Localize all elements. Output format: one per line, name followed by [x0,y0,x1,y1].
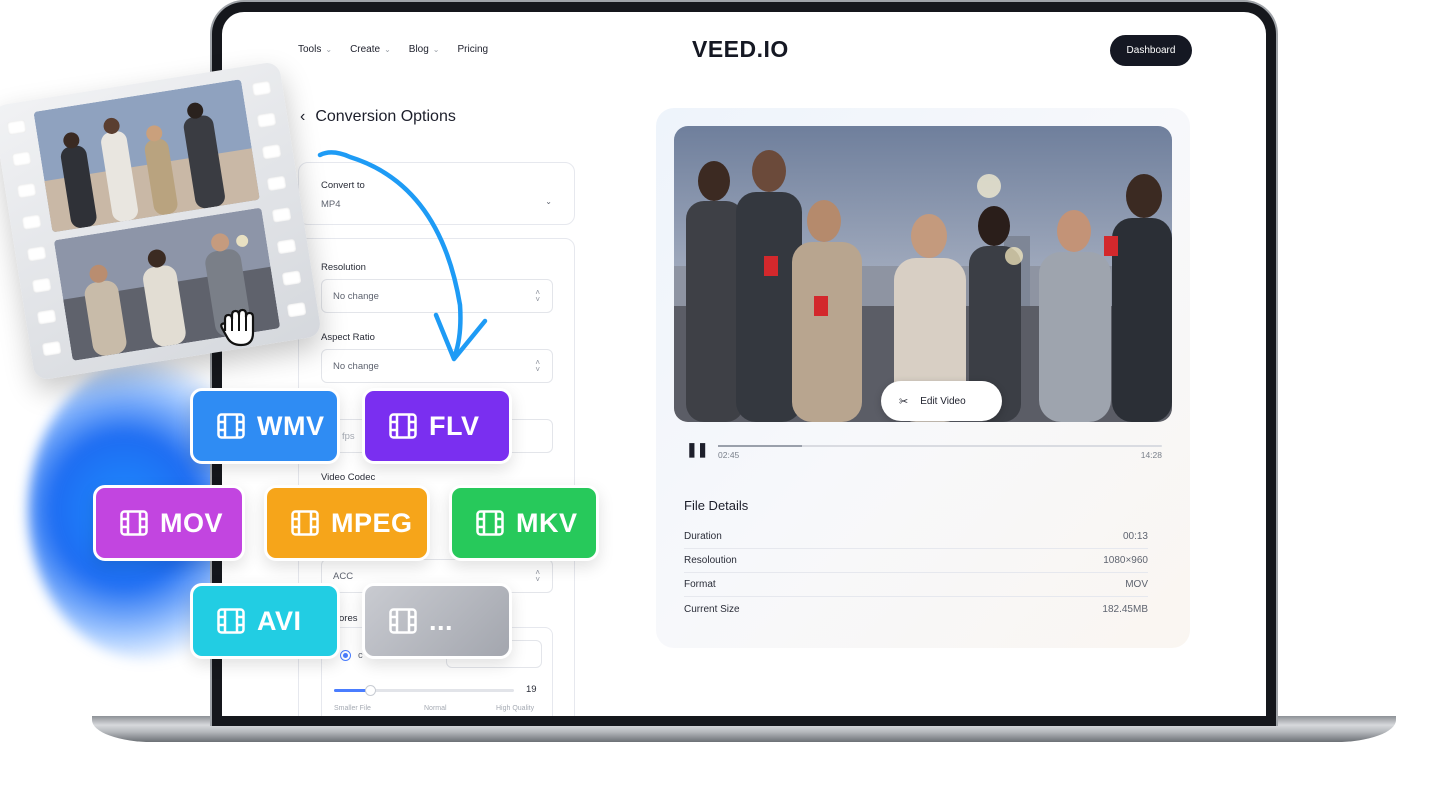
quality-slider[interactable] [334,685,514,696]
curved-arrow-icon [317,150,488,362]
playback-progress[interactable] [718,445,1162,447]
format-badge-wmv[interactable]: WMV [190,388,340,464]
slider-label-normal: Normal [424,705,447,712]
film-frame-image [33,79,260,233]
updown-icon: ˄ ˅ [535,568,540,584]
pause-button[interactable]: ❚❚ [686,441,708,458]
compression-label: ores [339,613,358,624]
current-time: 02:45 [718,450,740,460]
file-details-title: File Details [684,498,749,513]
film-icon [476,510,504,536]
back-chevron-icon[interactable]: ‹ [300,108,305,126]
detail-row: Resoloution 1080×960 [684,549,1148,573]
scissors-icon: ✂ [899,395,909,408]
edit-video-button[interactable]: ✂ Edit Video [881,381,1002,421]
progress-fill [718,445,803,447]
detail-row: Duration 00:13 [684,525,1148,549]
nav-blog[interactable]: Blog ⌄ [409,44,440,55]
updown-icon: ˄ ˅ [535,288,540,304]
film-icon [120,510,148,536]
top-nav: Tools ⌄ Create ⌄ Blog ⌄ Pricing [298,44,488,55]
slider-thumb[interactable] [365,685,376,696]
detail-row: Format MOV [684,573,1148,597]
grab-hand-icon [220,308,255,347]
nav-pricing[interactable]: Pricing [458,44,489,55]
total-time: 14:28 [1140,450,1162,460]
chevron-down-icon: ⌄ [545,197,552,206]
detail-row: Current Size 182.45MB [684,603,1148,615]
radio-button[interactable] [340,650,351,661]
preview-panel: ✂ Edit Video ❚❚ 02:45 14:28 File Details… [656,108,1190,648]
slider-value: 19 [526,684,537,695]
format-badge-mov[interactable]: MOV [93,485,245,561]
format-badge-avi[interactable]: AVI [190,583,340,659]
format-badge-mkv[interactable]: MKV [449,485,599,561]
slider-label-smaller: Smaller File [334,705,371,712]
chevron-down-icon: ⌄ [384,45,391,54]
video-codec-label: Video Codec [321,472,376,483]
film-icon [217,608,245,634]
format-badge-mpeg[interactable]: MPEG [264,485,430,561]
dashboard-button[interactable]: Dashboard [1110,35,1192,66]
nav-create[interactable]: Create ⌄ [350,44,391,55]
nav-tools[interactable]: Tools ⌄ [298,44,332,55]
slider-label-high: High Quality [496,705,535,712]
party-photo [674,126,1172,422]
chevron-down-icon: ⌄ [432,45,440,54]
format-badge-more[interactable]: ... [362,583,512,659]
page-title: Conversion Options [315,108,456,125]
brand-logo[interactable]: VEED.IO [692,36,789,63]
film-icon [217,413,245,439]
video-preview[interactable]: ✂ Edit Video [674,126,1172,422]
conversion-options-header: ‹ Conversion Options [300,108,456,126]
updown-icon: ˄ ˅ [535,358,540,374]
chevron-down-icon: ⌄ [325,45,333,54]
format-badge-flv[interactable]: FLV [362,388,512,464]
film-icon [389,413,417,439]
film-strip [0,61,322,381]
film-icon [291,510,319,536]
film-icon [389,608,417,634]
